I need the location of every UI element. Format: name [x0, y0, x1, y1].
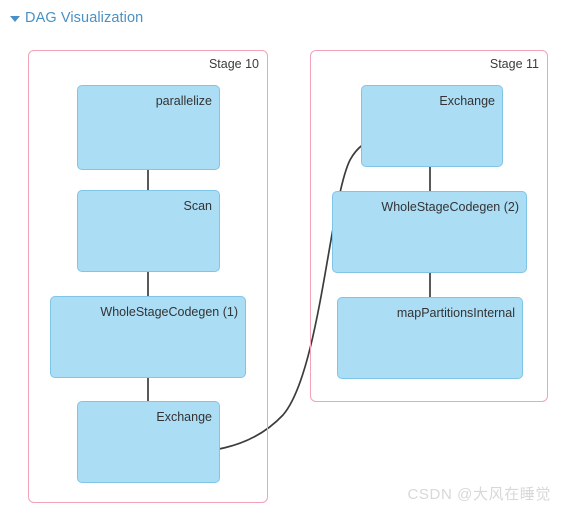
watermark: CSDN @大风在睡觉 — [407, 486, 551, 503]
dag-node-label: WholeStageCodegen (2) — [381, 200, 519, 214]
dag-node-n-parallelize[interactable]: parallelize — [77, 85, 220, 170]
dag-node-n-scan[interactable]: Scan — [77, 190, 220, 272]
stage-cluster-label: Stage 10 — [208, 57, 259, 71]
dag-node-label: Scan — [183, 199, 213, 213]
dag-node-label: parallelize — [155, 94, 212, 108]
dag-node-n-wsc2[interactable]: WholeStageCodegen (2) — [332, 191, 527, 273]
dag-node-n-mapparts[interactable]: mapPartitionsInternal — [337, 297, 523, 379]
dag-node-n-exchange-11[interactable]: Exchange — [361, 85, 503, 167]
dag-node-n-exchange-10[interactable]: Exchange — [77, 401, 220, 483]
dag-node-label: mapPartitionsInternal — [396, 306, 515, 320]
dag-graph-canvas: Stage 10 parallelize Scan WholeStageCodegen… — [0, 0, 569, 522]
dag-node-label: Exchange — [156, 410, 212, 424]
stage-cluster-label: Stage 11 — [489, 57, 539, 71]
dag-node-n-wsc1[interactable]: WholeStageCodegen (1) — [50, 296, 246, 378]
dag-node-layer: Stage 10 parallelize Scan WholeStageCodegen… — [0, 0, 569, 522]
dag-node-label: WholeStageCodegen (1) — [100, 305, 238, 319]
dag-node-label: Exchange — [439, 94, 495, 108]
